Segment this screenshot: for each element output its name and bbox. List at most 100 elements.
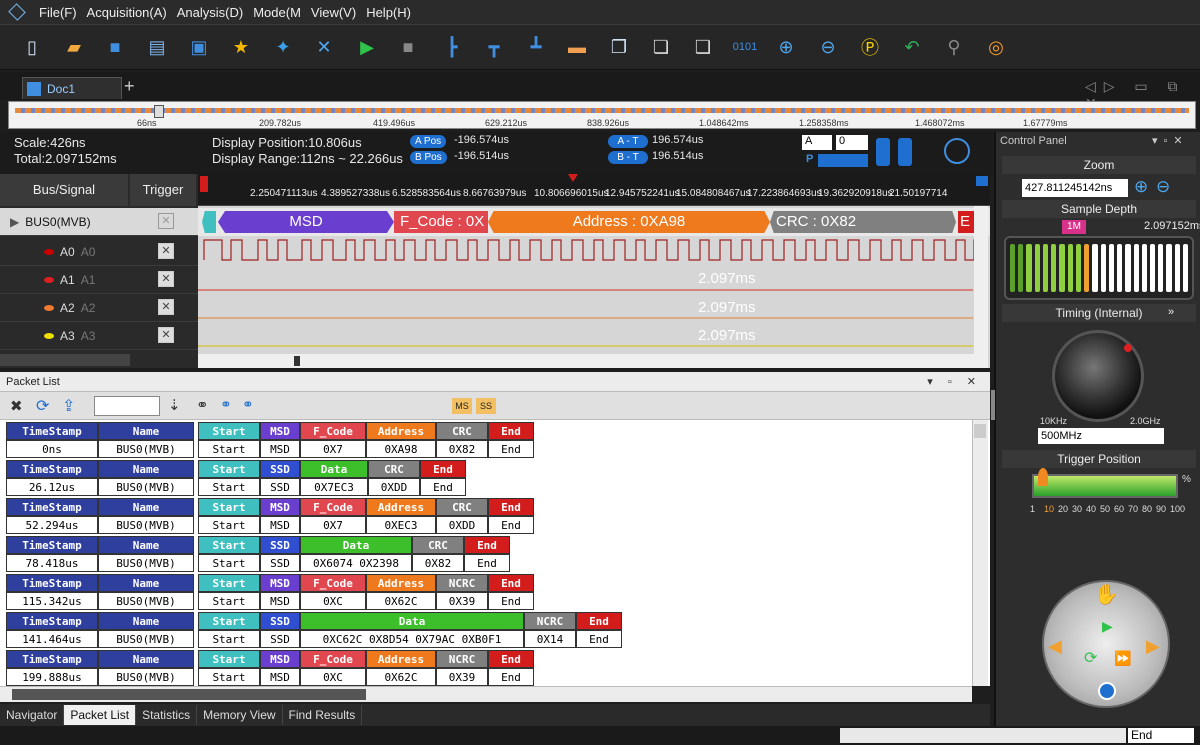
tab-memory-view[interactable]: Memory View: [197, 705, 283, 725]
packet-value-cell[interactable]: 199.888us: [6, 668, 98, 686]
tools-icon[interactable]: ✕: [310, 33, 338, 61]
zoom-in-icon[interactable]: ⊕: [772, 33, 800, 61]
packet-value-cell[interactable]: MSD: [260, 668, 300, 686]
packet-value-cell[interactable]: End: [464, 554, 510, 572]
packet-value-cell[interactable]: 0X39: [436, 592, 488, 610]
export-icon[interactable]: ⇪: [62, 396, 75, 416]
find-next-icon[interactable]: ⚭: [242, 396, 254, 413]
probe-icon[interactable]: ⚲: [940, 33, 968, 61]
menu-acquisition[interactable]: Acquisition(A): [82, 5, 172, 20]
packet-value-cell[interactable]: 0ns: [6, 440, 98, 458]
packet-value-cell[interactable]: Start: [198, 440, 260, 458]
p-marker[interactable]: P: [806, 153, 813, 165]
packet-value-cell[interactable]: End: [488, 440, 534, 458]
signal-row-bus0[interactable]: ▶ BUS0(MVB) ✕: [0, 208, 198, 236]
packet-value-cell[interactable]: 0X7: [300, 440, 366, 458]
add-tab-button[interactable]: +: [124, 76, 135, 97]
tab-doc1[interactable]: Doc1: [22, 77, 122, 99]
packet-value-cell[interactable]: BUS0(MVB): [98, 554, 194, 572]
packet-value-cell[interactable]: Start: [198, 668, 260, 686]
packet-value-cell[interactable]: BUS0(MVB): [98, 592, 194, 610]
packet-value-cell[interactable]: Start: [198, 478, 260, 496]
signal-row-a1[interactable]: A1 A1 ✕: [0, 266, 198, 294]
sample-depth-slider[interactable]: [1004, 236, 1194, 300]
packet-value-cell[interactable]: 0X39: [436, 668, 488, 686]
packet-value-cell[interactable]: 0XC62C 0X8D54 0X79AC 0XB0F1: [300, 630, 524, 648]
time-ruler[interactable]: 2.250471113us 4.389527338us 6.528583564us 8…: [198, 174, 990, 206]
packet-value-cell[interactable]: 0X62C: [366, 592, 436, 610]
packet-value-cell[interactable]: 0XDD: [368, 478, 420, 496]
menu-analysis[interactable]: Analysis(D): [172, 5, 248, 20]
packet-value-cell[interactable]: End: [488, 516, 534, 534]
docs-icon[interactable]: ❏: [647, 33, 675, 61]
packet-value-cell[interactable]: BUS0(MVB): [98, 630, 194, 648]
cursor-icon[interactable]: ┳: [480, 33, 508, 61]
binary-icon[interactable]: 0101: [731, 33, 759, 61]
packet-value-cell[interactable]: 115.342us: [6, 592, 98, 610]
signal-panel-scrollbar[interactable]: [0, 354, 130, 366]
packet-value-cell[interactable]: BUS0(MVB): [98, 516, 194, 534]
packet-value-cell[interactable]: 0XC: [300, 592, 366, 610]
overview-viewport-handle[interactable]: [154, 105, 164, 118]
packet-value-cell[interactable]: 0X7: [300, 516, 366, 534]
zoom-fit-icon[interactable]: Ⓟ: [856, 33, 884, 61]
splitter-handle[interactable]: [991, 390, 995, 420]
timing-title[interactable]: Timing (Internal): [1002, 304, 1196, 322]
packet-vscroll[interactable]: [972, 420, 988, 686]
packet-value-cell[interactable]: 0X6074 0X2398: [300, 554, 412, 572]
stop-icon[interactable]: ■: [394, 33, 422, 61]
packet-hscroll[interactable]: [0, 686, 972, 702]
packet-value-cell[interactable]: BUS0(MVB): [98, 668, 194, 686]
trigger-position-handle[interactable]: [1038, 468, 1048, 486]
packet-value-cell[interactable]: 0X82: [412, 554, 464, 572]
signal-row-a0[interactable]: A0 A0 ✕: [0, 238, 198, 266]
panel-controls-icon[interactable]: ▾▫✕: [1152, 134, 1189, 147]
cursor-a-select[interactable]: A: [802, 135, 832, 150]
open-folder-icon[interactable]: ▰: [60, 33, 88, 61]
packet-vscroll-thumb[interactable]: [974, 424, 986, 438]
packet-value-cell[interactable]: 141.464us: [6, 630, 98, 648]
trigger-none-icon[interactable]: ✕: [158, 213, 174, 229]
packet-value-cell[interactable]: 52.294us: [6, 516, 98, 534]
tab-find-results[interactable]: Find Results: [283, 705, 363, 725]
rate-select[interactable]: 500MHz: [1038, 428, 1164, 444]
left-arrow-icon[interactable]: ◀: [1048, 636, 1062, 657]
packet-value-cell[interactable]: SSD: [260, 478, 300, 496]
run-icon[interactable]: ▶: [353, 33, 381, 61]
packet-value-cell[interactable]: MSD: [260, 516, 300, 534]
packet-value-cell[interactable]: Start: [198, 592, 260, 610]
packet-value-cell[interactable]: BUS0(MVB): [98, 478, 194, 496]
packet-value-cell[interactable]: End: [488, 668, 534, 686]
clock-small-icon[interactable]: [1098, 682, 1116, 700]
packet-value-cell[interactable]: Start: [198, 554, 260, 572]
device-icon[interactable]: [876, 138, 890, 166]
packet-value-cell[interactable]: MSD: [260, 592, 300, 610]
signal-row-a3[interactable]: A3 A3 ✕: [0, 322, 198, 350]
hand-icon[interactable]: ✋: [1094, 582, 1119, 607]
fast-forward-icon[interactable]: ⏩: [1114, 650, 1131, 667]
packet-value-cell[interactable]: SSD: [260, 554, 300, 572]
packet-value-cell[interactable]: MSD: [260, 440, 300, 458]
refresh-icon[interactable]: ⟳: [36, 396, 49, 416]
packet-value-cell[interactable]: 0X7EC3: [300, 478, 368, 496]
packet-value-cell[interactable]: SSD: [260, 630, 300, 648]
tab-packet-list[interactable]: Packet List: [64, 705, 137, 725]
packet-value-cell[interactable]: 0XEC3: [366, 516, 436, 534]
zoom-select[interactable]: 427.811245142ns: [1022, 179, 1128, 197]
save-settings-icon[interactable]: ▣: [185, 33, 213, 61]
packet-value-cell[interactable]: 0X14: [524, 630, 576, 648]
trigger-edge-icon[interactable]: ✕: [158, 243, 174, 259]
packet-value-cell[interactable]: 0XDD: [436, 516, 488, 534]
play-icon[interactable]: ▶: [1102, 618, 1113, 635]
compare-icon[interactable]: ❑: [689, 33, 717, 61]
filter-ss-chip[interactable]: SS: [476, 398, 496, 414]
overview-timeline[interactable]: 66ns 209.782us 419.496us 629.212us 838.926us…: [8, 101, 1196, 129]
zoom-out-icon[interactable]: ⊖: [1156, 177, 1170, 197]
trigger-edge-icon[interactable]: ✕: [158, 327, 174, 343]
eraser-icon[interactable]: ▬: [563, 33, 591, 61]
trigger-position-slider[interactable]: [1032, 474, 1178, 498]
panel-controls-icon[interactable]: ▾ ▫ ✕: [927, 372, 982, 392]
zoom-out-icon[interactable]: ⊖: [814, 33, 842, 61]
wizard-icon[interactable]: ✦: [269, 33, 297, 61]
loop-icon[interactable]: ⟳: [1084, 648, 1097, 668]
